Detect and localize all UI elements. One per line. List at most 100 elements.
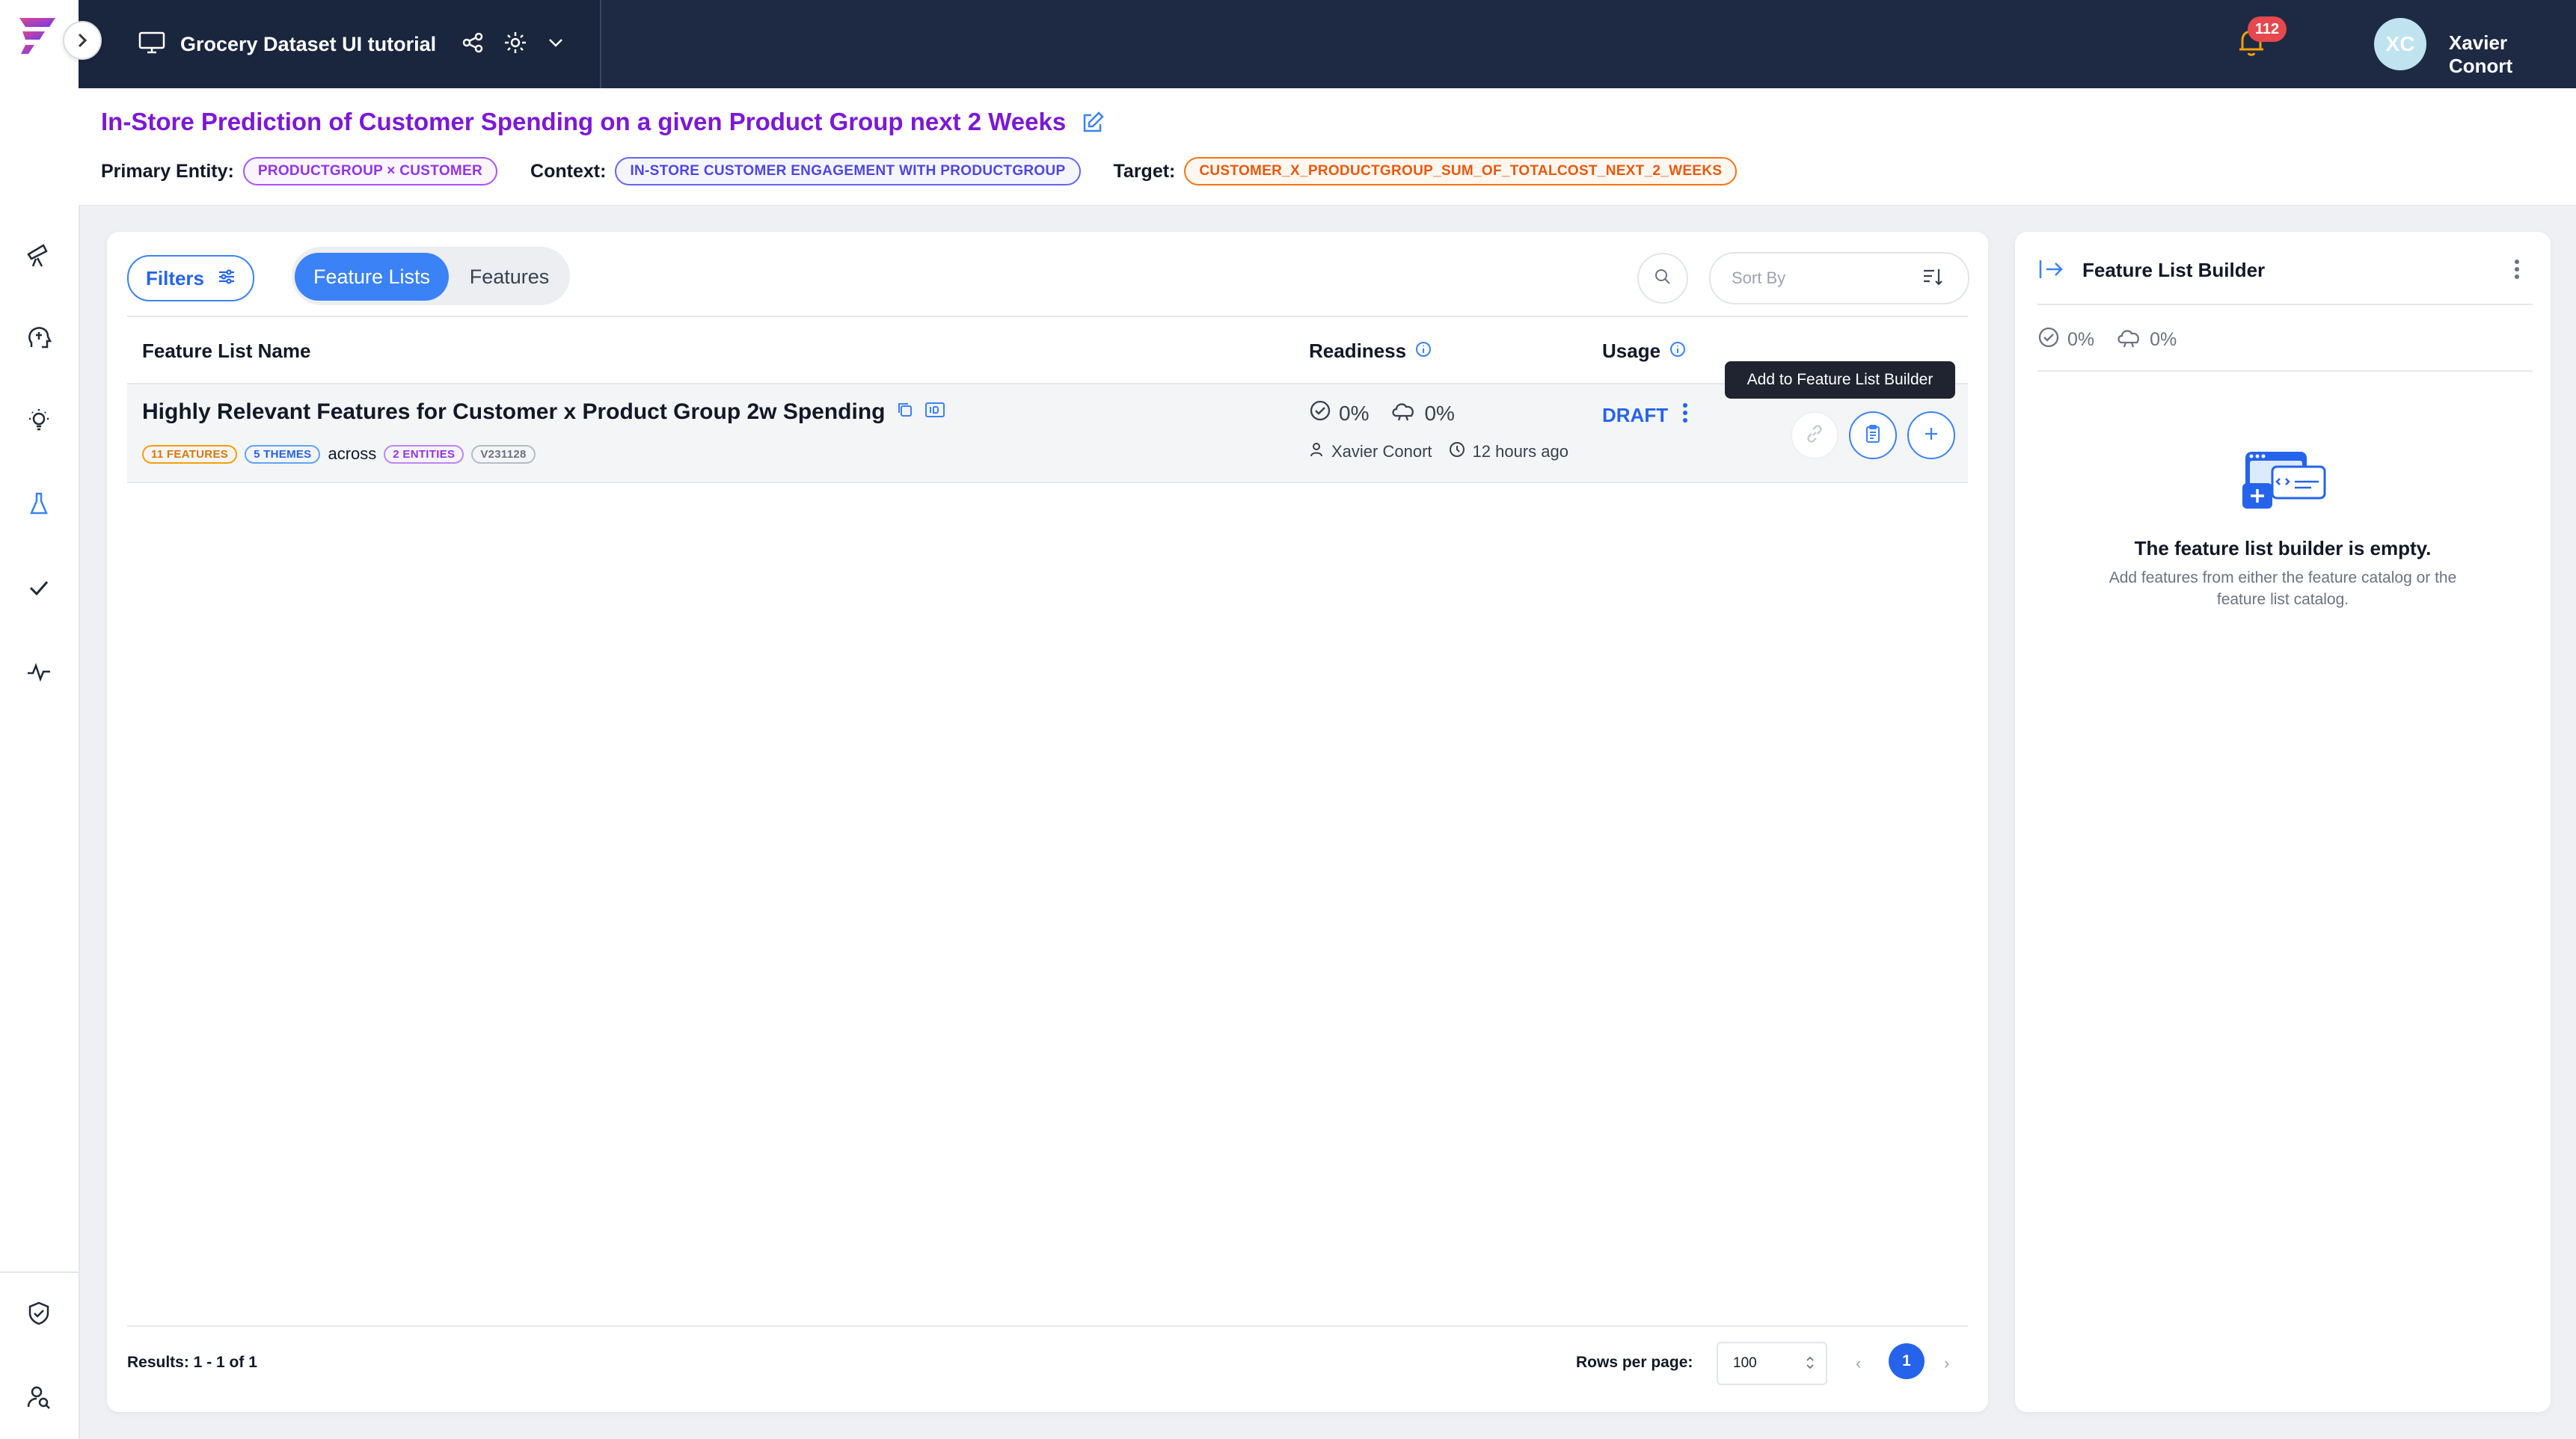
add-button[interactable]	[1907, 411, 1955, 459]
gear-icon[interactable]	[503, 31, 527, 58]
copy-icon[interactable]	[896, 399, 914, 425]
feature-list-badges: 11 FEATURES 5 THEMES across 2 ENTITIES V…	[142, 444, 536, 464]
entities-count-badge: 2 ENTITIES	[384, 444, 464, 464]
left-sidebar	[0, 0, 102, 1439]
target-pill[interactable]: CUSTOMER_X_PRODUCTGROUP_SUM_OF_TOTALCOST…	[1184, 157, 1738, 185]
readiness-cell: 0% 0%	[1309, 399, 1455, 427]
more-vertical-icon[interactable]	[2513, 259, 2521, 283]
usage-cell: DRAFT	[1602, 402, 1689, 429]
project-name: Grocery Dataset UI tutorial	[180, 32, 437, 55]
primary-entity-label: Primary Entity:	[101, 160, 234, 182]
monitor-icon	[138, 31, 165, 58]
use-case-title: In-Store Prediction of Customer Spending…	[101, 108, 1067, 135]
version-badge: V231128	[471, 444, 536, 464]
feature-list-name-cell: Highly Relevant Features for Customer x …	[142, 399, 945, 425]
chevron-down-icon[interactable]	[547, 37, 565, 52]
owner-cell: Xavier Conort 12 hours ago	[1309, 441, 1568, 462]
usage-header-label: Usage	[1602, 340, 1661, 362]
link-button[interactable]	[1791, 411, 1839, 459]
lightbulb-icon[interactable]	[22, 404, 55, 437]
updown-chevron-icon	[1806, 1356, 1814, 1369]
enter-arrow-icon[interactable]	[2037, 257, 2064, 285]
rows-per-page-label: Rows per page:	[1576, 1354, 1693, 1371]
edit-icon[interactable]	[1081, 111, 1105, 138]
sliders-icon	[218, 267, 236, 290]
feature-list-name[interactable]: Highly Relevant Features for Customer x …	[142, 399, 886, 425]
empty-state-title: The feature list builder is empty.	[2134, 537, 2432, 559]
sort-by-placeholder: Sort By	[1732, 269, 1786, 287]
sort-by-select[interactable]: Sort By	[1709, 252, 1969, 304]
empty-builder-illustration-icon	[2239, 449, 2329, 515]
rows-per-page-value: 100	[1733, 1355, 1757, 1371]
expand-sidebar-button[interactable]	[63, 21, 102, 60]
check-icon[interactable]	[22, 571, 55, 604]
clock-icon	[1449, 441, 1465, 462]
user-name[interactable]: Xavier Conort	[2449, 31, 2576, 78]
id-card-icon[interactable]	[924, 399, 945, 425]
filters-button[interactable]: Filters	[127, 255, 254, 301]
avatar[interactable]: XC	[2374, 18, 2426, 70]
feature-list-table: Feature List Name Readiness Usage Highly…	[127, 316, 1968, 483]
readiness-percent: 0%	[1339, 401, 1370, 425]
search-button[interactable]	[1637, 253, 1688, 304]
column-header-name[interactable]: Feature List Name	[142, 340, 310, 363]
tab-features[interactable]: Features	[453, 253, 565, 301]
sort-icon	[1922, 266, 1944, 291]
cloud-icon	[2115, 326, 2142, 354]
notification-badge: 112	[2248, 16, 2287, 42]
results-count: Results: 1 - 1 of 1	[127, 1354, 257, 1371]
info-icon[interactable]	[1669, 340, 1686, 363]
rows-per-page-select[interactable]: 100	[1717, 1342, 1827, 1385]
feature-list-builder-panel: Feature List Builder 0% 0% The feature l…	[2015, 232, 2551, 1412]
builder-header: Feature List Builder	[2037, 259, 2533, 305]
column-header-usage[interactable]: Usage	[1602, 340, 1686, 363]
builder-readiness: 0% 0%	[2037, 326, 2533, 372]
features-count-badge: 11 FEATURES	[142, 444, 238, 464]
flask-icon[interactable]	[22, 488, 55, 521]
sidebar-divider	[0, 1271, 79, 1273]
context-label: Context:	[530, 160, 607, 182]
tooltip: Add to Feature List Builder	[1725, 361, 1955, 399]
usage-status: DRAFT	[1602, 404, 1669, 426]
themes-count-badge: 5 THEMES	[245, 444, 321, 464]
link-icon	[1805, 424, 1824, 447]
readiness-header-label: Readiness	[1309, 340, 1407, 362]
add-to-feature-list-builder-button[interactable]	[1849, 411, 1897, 459]
online-percent: 0%	[1424, 401, 1455, 425]
telescope-icon[interactable]	[22, 238, 55, 271]
brain-icon[interactable]	[22, 322, 55, 355]
current-page-button[interactable]: 1	[1889, 1343, 1925, 1379]
cloud-icon	[1390, 399, 1417, 427]
primary-entity-pill[interactable]: PRODUCTGROUP × CUSTOMER	[242, 157, 498, 185]
use-case-meta: Primary Entity: PRODUCTGROUP × CUSTOMER …	[101, 157, 1770, 185]
check-circle-icon	[2037, 326, 2060, 354]
info-icon[interactable]	[1415, 340, 1432, 363]
clipboard-icon	[1865, 424, 1881, 447]
user-search-icon[interactable]	[22, 1381, 55, 1414]
shield-check-icon[interactable]	[22, 1297, 55, 1330]
owner-name: Xavier Conort	[1331, 442, 1432, 461]
more-vertical-icon[interactable]	[1681, 402, 1689, 429]
check-circle-icon	[1309, 399, 1331, 427]
table-row[interactable]: Highly Relevant Features for Customer x …	[127, 384, 1968, 483]
builder-online-percent: 0%	[2150, 329, 2177, 350]
previous-page-button[interactable]: ‹	[1856, 1354, 1861, 1373]
feature-list-catalog: Filters Feature Lists Features Sort By F…	[107, 232, 1988, 1412]
plus-icon	[1922, 425, 1940, 447]
next-page-button[interactable]: ›	[1944, 1354, 1949, 1373]
empty-state-description: Add features from either the feature cat…	[2109, 569, 2457, 608]
tab-feature-lists[interactable]: Feature Lists	[295, 253, 449, 301]
table-header: Feature List Name Readiness Usage	[127, 316, 1968, 384]
column-header-readiness[interactable]: Readiness	[1309, 340, 1432, 363]
use-case-header: In-Store Prediction of Customer Spending…	[79, 88, 2576, 206]
updated-time: 12 hours ago	[1472, 442, 1568, 461]
user-icon	[1309, 441, 1324, 462]
featurebyte-logo[interactable]	[15, 16, 58, 59]
top-bar: Grocery Dataset UI tutorial 112 XC Xavie…	[79, 0, 2576, 88]
builder-title: Feature List Builder	[2082, 259, 2266, 281]
context-pill[interactable]: IN-STORE CUSTOMER ENGAGEMENT WITH PRODUC…	[615, 157, 1081, 185]
share-icon[interactable]	[461, 31, 484, 58]
activity-icon[interactable]	[22, 655, 55, 688]
project-switcher[interactable]: Grocery Dataset UI tutorial	[79, 0, 601, 88]
filters-label: Filters	[145, 266, 205, 289]
